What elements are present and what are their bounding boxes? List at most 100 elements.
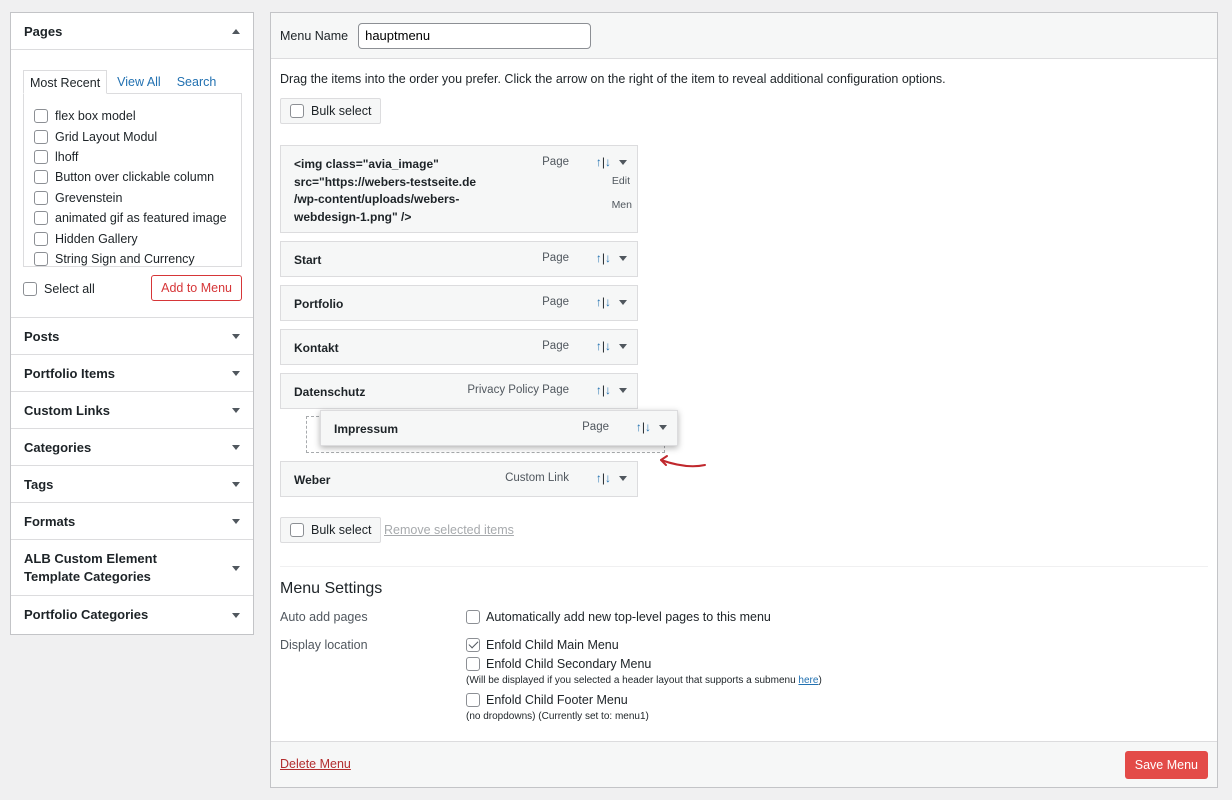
move-arrows[interactable]: ↑|↓ <box>596 471 611 485</box>
location-main-menu[interactable]: Enfold Child Main Menu <box>466 638 619 652</box>
secondary-note-close: ) <box>818 675 822 686</box>
footer-note-current: (Currently set to: menu1) <box>538 711 649 722</box>
pages-body: Most Recent View All Search flex box mod… <box>11 50 253 318</box>
move-down-icon[interactable]: ↓ <box>605 295 611 309</box>
location-footer-checkbox[interactable] <box>466 693 480 707</box>
page-label: Grid Layout Modul <box>55 129 158 144</box>
bulk-select-checkbox[interactable] <box>290 104 304 118</box>
menu-item[interactable]: Kontakt Page ↑|↓ <box>280 329 638 365</box>
menu-settings-title: Menu Settings <box>280 580 383 597</box>
expand-arrow-icon[interactable] <box>232 334 240 339</box>
menu-item[interactable]: <img class="avia_image" src="https://web… <box>280 145 638 233</box>
page-checklist-item[interactable]: String Sign and Currency <box>24 249 241 266</box>
secondary-note-link[interactable]: here <box>798 675 818 686</box>
page-checklist-item[interactable]: Grid Layout Modul <box>24 126 241 146</box>
page-checklist-item[interactable]: Grevenstein <box>24 188 241 208</box>
page-checklist-item[interactable]: lhoff <box>24 147 241 167</box>
menu-item-title: Weber <box>294 473 331 487</box>
section-pages-header[interactable]: Pages <box>11 13 253 50</box>
location-secondary-checkbox[interactable] <box>466 657 480 671</box>
menu-header: Menu Name <box>271 13 1217 59</box>
item-toggle-icon[interactable] <box>619 300 627 305</box>
bulk-select-top[interactable]: Bulk select <box>280 98 382 124</box>
expand-arrow-icon[interactable] <box>232 565 240 571</box>
collapse-arrow-icon[interactable] <box>232 29 240 34</box>
remove-selected-link[interactable]: Remove selected items <box>384 523 514 537</box>
section-formats-header[interactable]: Formats <box>11 503 253 540</box>
location-secondary-menu[interactable]: Enfold Child Secondary Menu <box>466 657 651 671</box>
auto-add-checkbox[interactable] <box>466 610 480 624</box>
page-checkbox[interactable] <box>34 211 48 226</box>
page-checkbox[interactable] <box>34 190 48 205</box>
menu-item[interactable]: Weber Custom Link ↑|↓ <box>280 461 638 497</box>
move-down-icon[interactable]: ↓ <box>605 383 611 397</box>
menu-item[interactable]: Start Page ↑|↓ <box>280 241 638 277</box>
section-alb-templates-header[interactable]: ALB Custom Element Template Categories <box>11 540 253 596</box>
move-arrows[interactable]: ↑|↓ <box>596 339 611 353</box>
move-down-icon[interactable]: ↓ <box>645 420 651 434</box>
section-posts-header[interactable]: Posts <box>11 318 253 355</box>
delete-menu-link[interactable]: Delete Menu <box>280 757 351 771</box>
menu-item[interactable]: Datenschutz Privacy Policy Page ↑|↓ <box>280 373 638 409</box>
page-checklist-item[interactable]: animated gif as featured image <box>24 208 241 228</box>
add-to-menu-button[interactable]: Add to Menu <box>151 275 242 301</box>
page-checkbox[interactable] <box>34 109 48 124</box>
page-checkbox[interactable] <box>34 149 48 164</box>
section-portfolio-items-header[interactable]: Portfolio Items <box>11 355 253 392</box>
move-arrows[interactable]: ↑|↓ <box>596 383 611 397</box>
section-portfolio-categories-header[interactable]: Portfolio Categories <box>11 596 253 633</box>
expand-arrow-icon[interactable] <box>232 519 240 524</box>
location-secondary-text: Enfold Child Secondary Menu <box>486 657 652 671</box>
page-checklist-item[interactable]: Button over clickable column <box>24 167 241 187</box>
tab-most-recent[interactable]: Most Recent <box>23 70 108 94</box>
menu-item-title: <img class="avia_image" src="https://web… <box>294 157 477 224</box>
bulk-select-label: Bulk select <box>311 523 372 537</box>
section-custom-links-header[interactable]: Custom Links <box>11 392 253 429</box>
move-down-icon[interactable]: ↓ <box>605 155 611 169</box>
expand-arrow-icon[interactable] <box>232 408 240 413</box>
page-checklist-item[interactable]: flex box model <box>24 106 241 126</box>
section-title: Categories <box>24 439 92 455</box>
item-toggle-icon[interactable] <box>619 256 627 261</box>
move-arrows[interactable]: ↑|↓ <box>596 251 611 265</box>
menu-item-title: Kontakt <box>294 341 339 355</box>
item-toggle-icon[interactable] <box>619 344 627 349</box>
page-checkbox[interactable] <box>34 170 48 185</box>
menu-item[interactable]: Portfolio Page ↑|↓ <box>280 285 638 321</box>
move-down-icon[interactable]: ↓ <box>605 471 611 485</box>
page-checklist-item[interactable]: Hidden Gallery <box>24 228 241 248</box>
expand-arrow-icon[interactable] <box>232 482 240 487</box>
item-toggle-icon[interactable] <box>659 425 667 430</box>
section-categories-header[interactable]: Categories <box>11 429 253 466</box>
item-toggle-icon[interactable] <box>619 160 627 165</box>
page-checkbox[interactable] <box>34 129 48 144</box>
item-toggle-icon[interactable] <box>619 476 627 481</box>
select-all-checkbox[interactable] <box>23 282 37 296</box>
move-down-icon[interactable]: ↓ <box>605 251 611 265</box>
menu-name-input[interactable] <box>358 22 592 49</box>
bulk-select-bottom[interactable]: Bulk select <box>280 517 382 543</box>
tab-search[interactable]: Search <box>171 70 223 94</box>
menu-name-label: Menu Name <box>280 28 349 43</box>
select-all-pages[interactable]: Select all <box>23 282 95 296</box>
auto-add-option[interactable]: Automatically add new top-level pages to… <box>466 610 771 624</box>
page-checkbox[interactable] <box>34 251 48 266</box>
menu-item-type: Page <box>542 340 569 352</box>
move-down-icon[interactable]: ↓ <box>605 339 611 353</box>
location-main-checkbox[interactable] <box>466 638 480 652</box>
move-arrows[interactable]: ↑|↓ <box>596 155 611 169</box>
move-arrows[interactable]: ↑|↓ <box>636 420 651 434</box>
save-menu-button[interactable]: Save Menu <box>1124 751 1208 779</box>
section-tags-header[interactable]: Tags <box>11 466 253 503</box>
menu-item-dragging[interactable]: Impressum Page ↑|↓ <box>320 410 678 446</box>
expand-arrow-icon[interactable] <box>232 612 240 618</box>
bulk-select-checkbox[interactable] <box>290 523 304 537</box>
move-arrows[interactable]: ↑|↓ <box>596 295 611 309</box>
page-checkbox[interactable] <box>34 231 48 246</box>
tab-view-all[interactable]: View All <box>111 70 167 94</box>
expand-arrow-icon[interactable] <box>232 445 240 450</box>
location-footer-menu[interactable]: Enfold Child Footer Menu <box>466 693 628 707</box>
pages-checklist[interactable]: flex box model Grid Layout Modul lhoff B… <box>23 93 242 267</box>
expand-arrow-icon[interactable] <box>232 371 240 376</box>
item-toggle-icon[interactable] <box>619 388 627 393</box>
